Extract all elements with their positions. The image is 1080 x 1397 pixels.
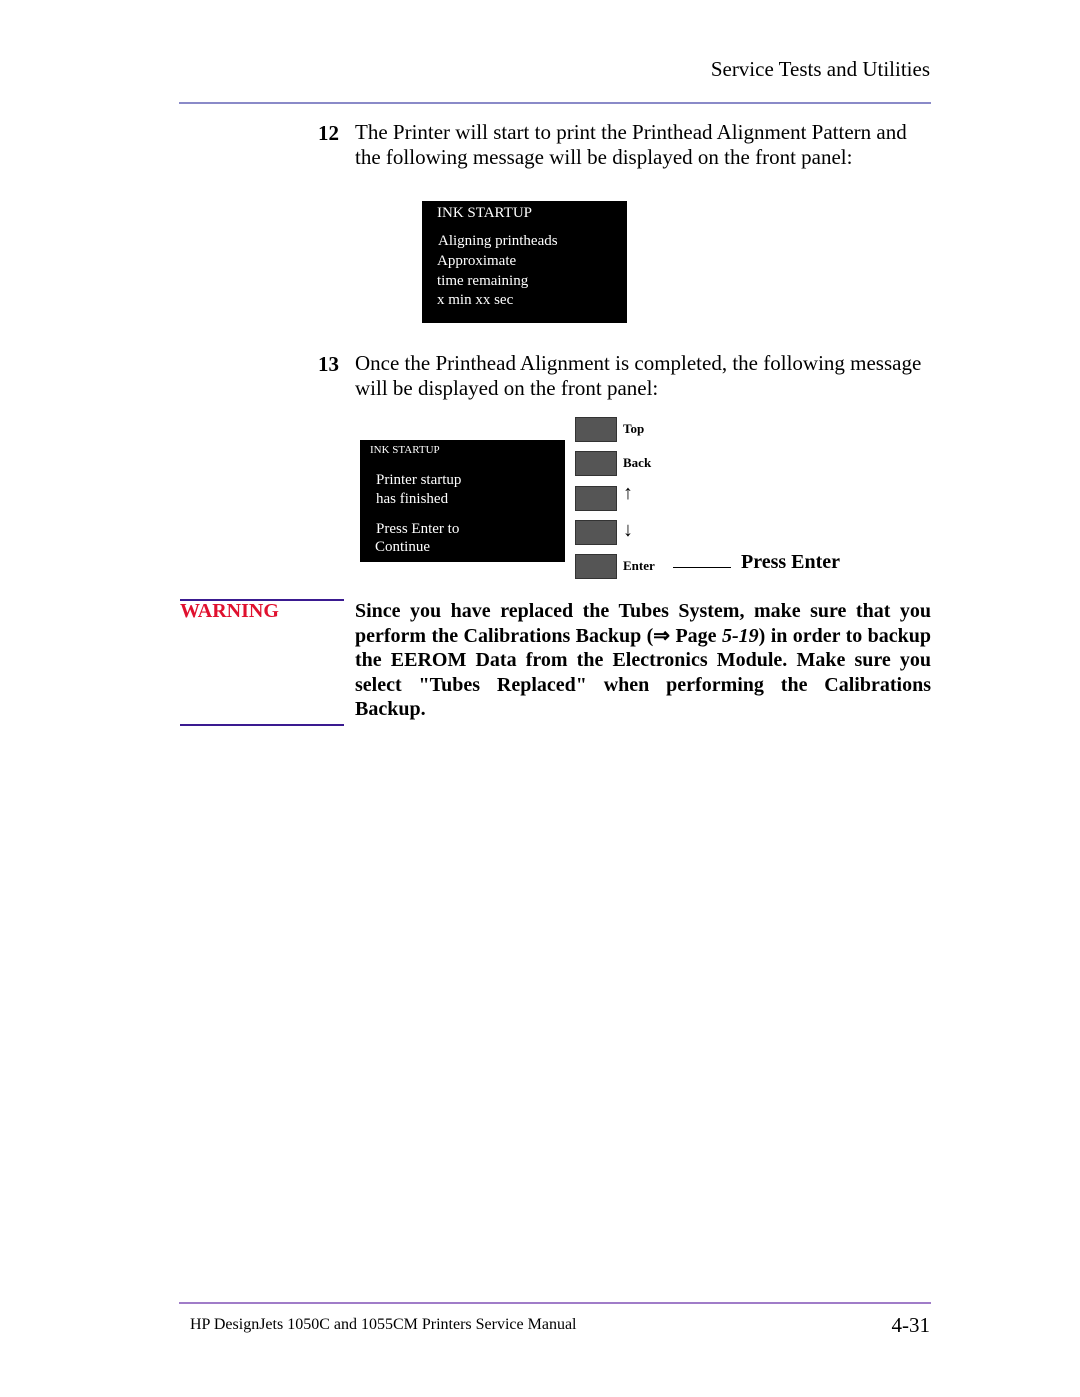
up-key[interactable]: [575, 486, 617, 511]
callout-line: [673, 567, 731, 568]
top-key-label: Top: [623, 421, 645, 436]
manual-title: HP DesignJets 1050C and 1055CM Printers …: [190, 1316, 577, 1333]
display-title: INK STARTUP: [370, 444, 440, 456]
step-line: Once the Printhead Alignment is complete…: [355, 351, 922, 375]
display-line: x min xx sec: [437, 292, 514, 308]
step-number: 13: [318, 352, 339, 376]
front-panel-display: INK STARTUP Printer startup has finished…: [360, 440, 565, 562]
step-text: The Printer will start to print the Prin…: [355, 120, 907, 170]
display-title: INK STARTUP: [437, 205, 532, 221]
page-reference-link[interactable]: 5-19: [722, 625, 759, 647]
step-line: The Printer will start to print the Prin…: [355, 120, 907, 144]
display-line: Press Enter to: [376, 521, 460, 537]
enter-key-label: Enter: [623, 558, 655, 573]
header-divider: [179, 102, 931, 104]
arrow-down-icon: ↓: [623, 519, 633, 541]
step-line: will be displayed on the front panel:: [355, 376, 659, 400]
warning-label: WARNING: [180, 600, 279, 622]
back-key-label: Back: [623, 455, 652, 470]
display-line: Aligning printheads: [438, 233, 558, 249]
running-header: Service Tests and Utilities: [710, 57, 930, 81]
press-enter-callout: Press Enter: [741, 551, 841, 573]
step-line: the following message will be displayed …: [355, 145, 853, 169]
step-number: 12: [318, 121, 339, 145]
top-key[interactable]: [575, 417, 617, 442]
step-text: Once the Printhead Alignment is complete…: [355, 351, 921, 401]
display-line: Approximate: [437, 253, 517, 269]
display-line: Printer startup: [376, 472, 462, 488]
footer-divider: [179, 1302, 931, 1304]
enter-key[interactable]: [575, 554, 617, 579]
display-line: Continue: [375, 539, 430, 555]
back-key[interactable]: [575, 451, 617, 476]
down-key[interactable]: [575, 520, 617, 545]
warning-bottom-rule: [180, 724, 344, 726]
warning-text: Since you have replaced the Tubes System…: [355, 599, 931, 722]
arrow-up-icon: ↑: [623, 482, 633, 504]
page-number: 4-31: [891, 1313, 931, 1337]
display-line: time remaining: [437, 273, 529, 289]
display-line: has finished: [376, 491, 449, 507]
front-panel-display: INK STARTUP Aligning printheads Approxim…: [422, 201, 627, 323]
